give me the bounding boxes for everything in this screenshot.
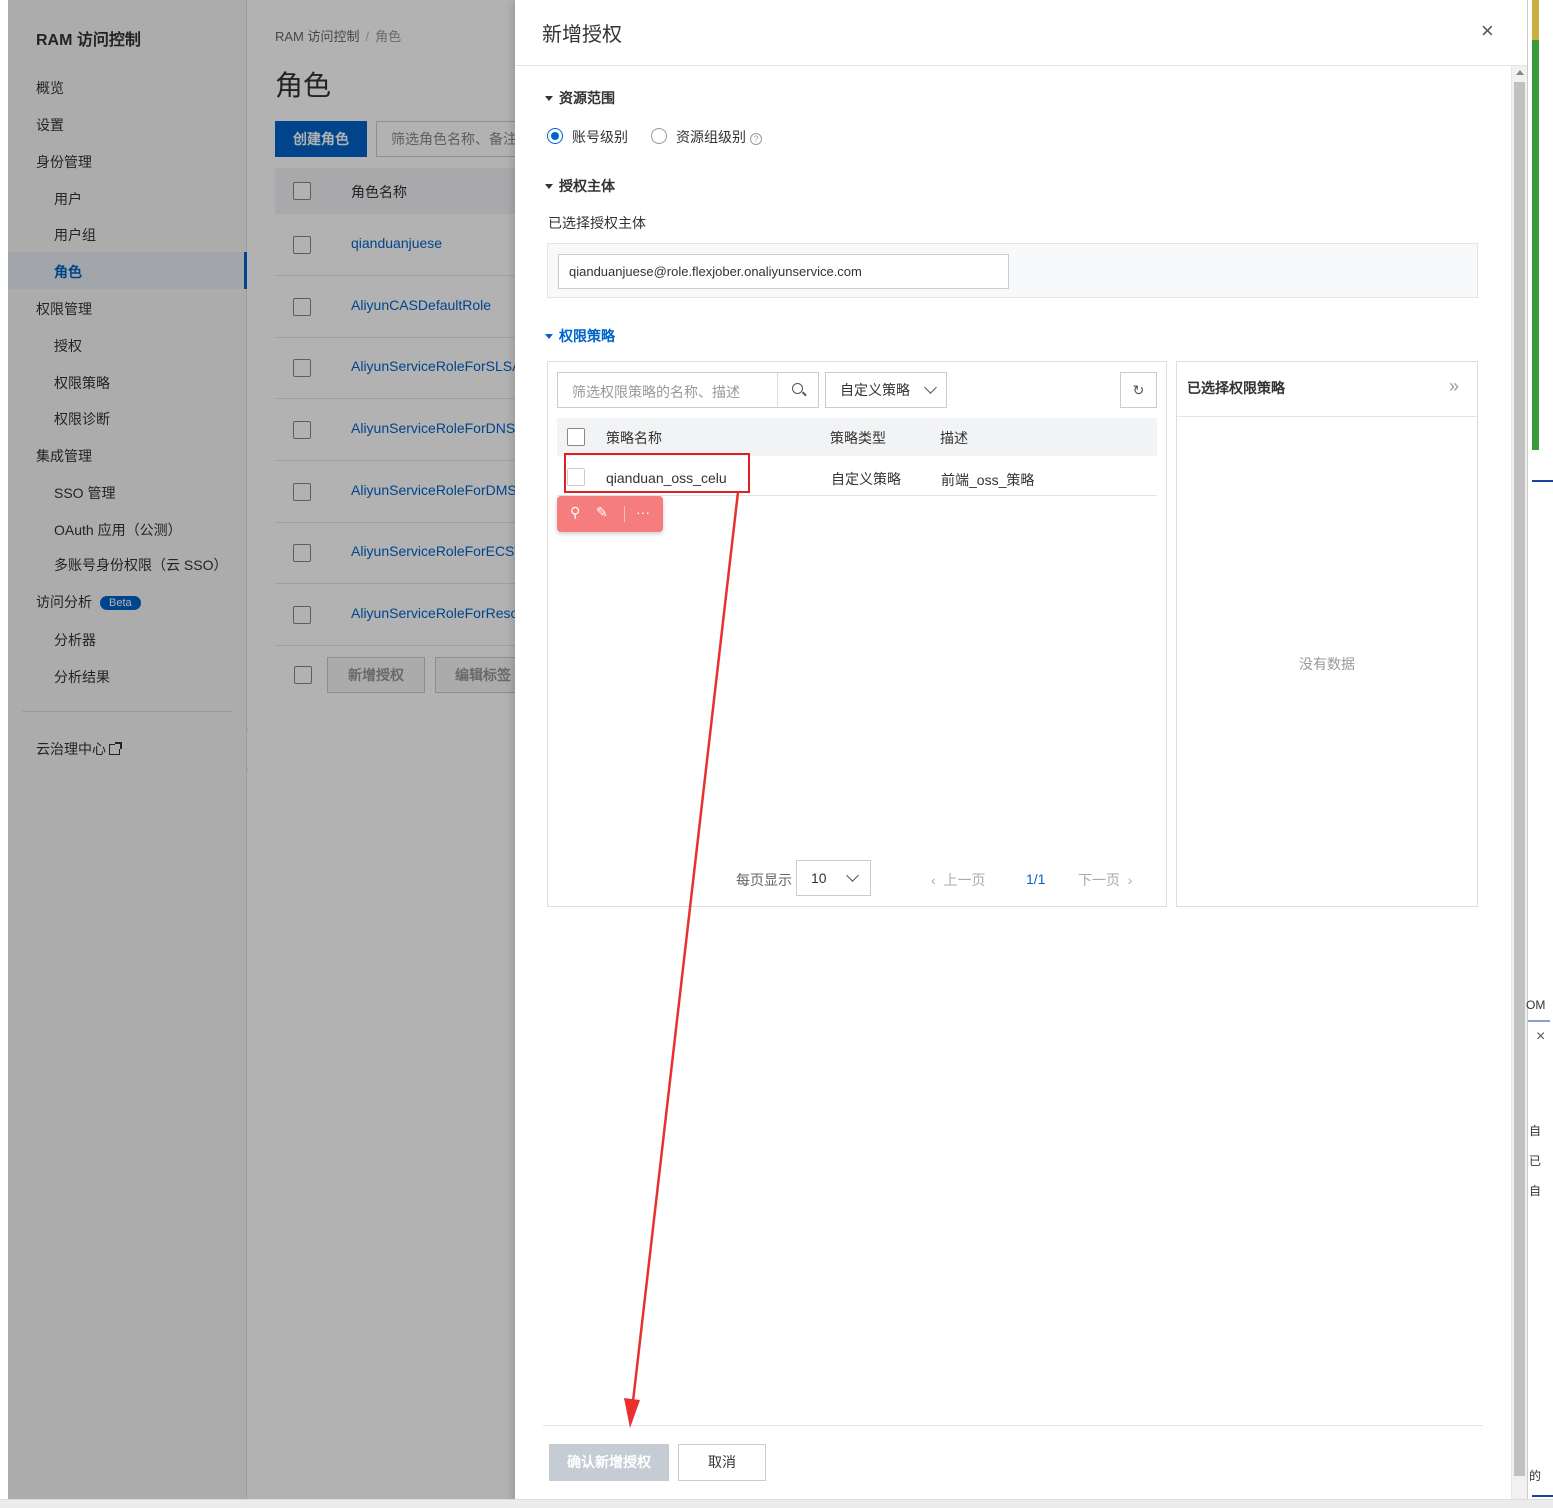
caret-down-icon xyxy=(545,96,553,101)
caret-down-icon xyxy=(545,184,553,189)
chevron-down-icon xyxy=(846,869,859,882)
selected-principal-label: 已选择授权主体 xyxy=(548,215,646,231)
footer-divider xyxy=(543,1425,1483,1426)
page-size-value: 10 xyxy=(811,870,827,886)
radio-label-with-help[interactable]: 资源组级别? xyxy=(676,127,762,147)
cancel-button[interactable]: 取消 xyxy=(678,1444,766,1481)
add-authorization-drawer: 新增授权 × 资源范围 账号级别 资源组级别? 授权主体 已选择授权主体 qia… xyxy=(515,0,1527,1508)
radio-resource-group-level[interactable] xyxy=(651,128,667,144)
policy-type-select[interactable]: 自定义策略 xyxy=(825,372,947,408)
column-policy-name: 策略名称 xyxy=(606,430,662,446)
edit-icon[interactable]: ✎ xyxy=(596,504,608,521)
policy-type: 自定义策略 xyxy=(831,471,901,487)
policy-picker-panel: 筛选权限策略的名称、描述 自定义策略 ↻ 策略名称 策略类型 描述 qiandu… xyxy=(547,361,1167,907)
search-icon xyxy=(792,383,803,394)
section-resource-scope[interactable]: 资源范围 xyxy=(545,88,615,108)
selected-policies-header: 已选择权限策略 » xyxy=(1177,362,1477,417)
blue-line xyxy=(1532,1495,1553,1497)
section-policies[interactable]: 权限策略 xyxy=(545,326,615,346)
next-page-label: 下一页 xyxy=(1078,872,1120,888)
more-icon[interactable]: ··· xyxy=(636,504,650,520)
radio-account-level[interactable] xyxy=(547,128,563,144)
empty-state: 没有数据 xyxy=(1299,656,1355,672)
drawer-header: 新增授权 × xyxy=(515,0,1527,66)
caret-down-icon xyxy=(545,334,553,339)
refresh-button[interactable]: ↻ xyxy=(1120,372,1157,408)
search-placeholder: 筛选权限策略的名称、描述 xyxy=(572,384,740,400)
toolbar-divider xyxy=(624,506,625,522)
scroll-thumb[interactable] xyxy=(1514,82,1525,1476)
next-page-button[interactable]: 下一页 › xyxy=(1078,870,1132,890)
edge-text: OM xyxy=(1526,998,1546,1012)
modal-backdrop[interactable] xyxy=(8,0,515,1508)
blue-line xyxy=(1532,480,1553,482)
blue-line xyxy=(1528,1020,1550,1022)
policy-table-header: 策略名称 策略类型 描述 xyxy=(557,418,1157,456)
edge-text: 自 xyxy=(1529,1124,1542,1138)
section-title: 资源范围 xyxy=(559,90,615,106)
bottom-strip xyxy=(0,1499,1553,1508)
refresh-icon: ↻ xyxy=(1132,382,1145,398)
selected-policies-panel: 已选择权限策略 » 没有数据 xyxy=(1176,361,1478,907)
close-icon[interactable]: × xyxy=(1481,18,1494,44)
drawer-scrollbar[interactable] xyxy=(1511,66,1527,1508)
column-description: 描述 xyxy=(940,430,968,446)
edge-text: 自 xyxy=(1529,1184,1542,1198)
selected-policies-title: 已选择权限策略 xyxy=(1187,380,1285,396)
background-window-edge: OM × 自 已 自 的 xyxy=(1526,0,1553,1508)
close-icon[interactable]: × xyxy=(1536,1028,1545,1046)
principal-container: qianduanjuese@role.flexjober.onaliyunser… xyxy=(547,243,1478,298)
drawer-title: 新增授权 xyxy=(542,24,622,46)
policy-search-input[interactable]: 筛选权限策略的名称、描述 xyxy=(557,372,819,408)
section-title: 权限策略 xyxy=(559,328,615,344)
policy-type-value: 自定义策略 xyxy=(840,382,910,398)
edge-text: 已 xyxy=(1529,1154,1542,1168)
yellow-bar xyxy=(1532,0,1539,40)
prev-page-button[interactable]: ‹ 上一页 xyxy=(931,870,985,890)
floating-toolbar: ⚲ ✎ ··· xyxy=(557,496,663,532)
search-icon[interactable]: ⚲ xyxy=(570,504,580,521)
page-size-label: 每页显示 xyxy=(736,872,792,888)
edge-text: 的 xyxy=(1529,1469,1542,1483)
green-bar xyxy=(1532,0,1539,450)
prev-page-label: 上一页 xyxy=(943,872,986,888)
scroll-up-arrow[interactable] xyxy=(1516,70,1524,75)
page-indicator: 1/1 xyxy=(1026,871,1046,887)
search-button[interactable] xyxy=(777,373,819,407)
radio-label[interactable]: 账号级别 xyxy=(572,127,628,147)
page-size-select[interactable]: 10 xyxy=(796,860,871,896)
radio-label: 资源组级别 xyxy=(676,129,746,145)
section-principal[interactable]: 授权主体 xyxy=(545,176,615,196)
chevron-down-icon xyxy=(924,381,937,394)
help-icon[interactable]: ? xyxy=(750,133,762,145)
annotation-highlight-box xyxy=(564,453,750,493)
double-chevron-right-icon[interactable]: » xyxy=(1449,376,1459,397)
select-all-policies-checkbox[interactable] xyxy=(567,428,585,446)
column-policy-type: 策略类型 xyxy=(830,430,886,446)
section-title: 授权主体 xyxy=(559,178,615,194)
policy-description: 前端_oss_策略 xyxy=(941,472,1035,488)
confirm-add-auth-button[interactable]: 确认新增授权 xyxy=(549,1444,669,1481)
principal-field[interactable]: qianduanjuese@role.flexjober.onaliyunser… xyxy=(558,254,1009,289)
